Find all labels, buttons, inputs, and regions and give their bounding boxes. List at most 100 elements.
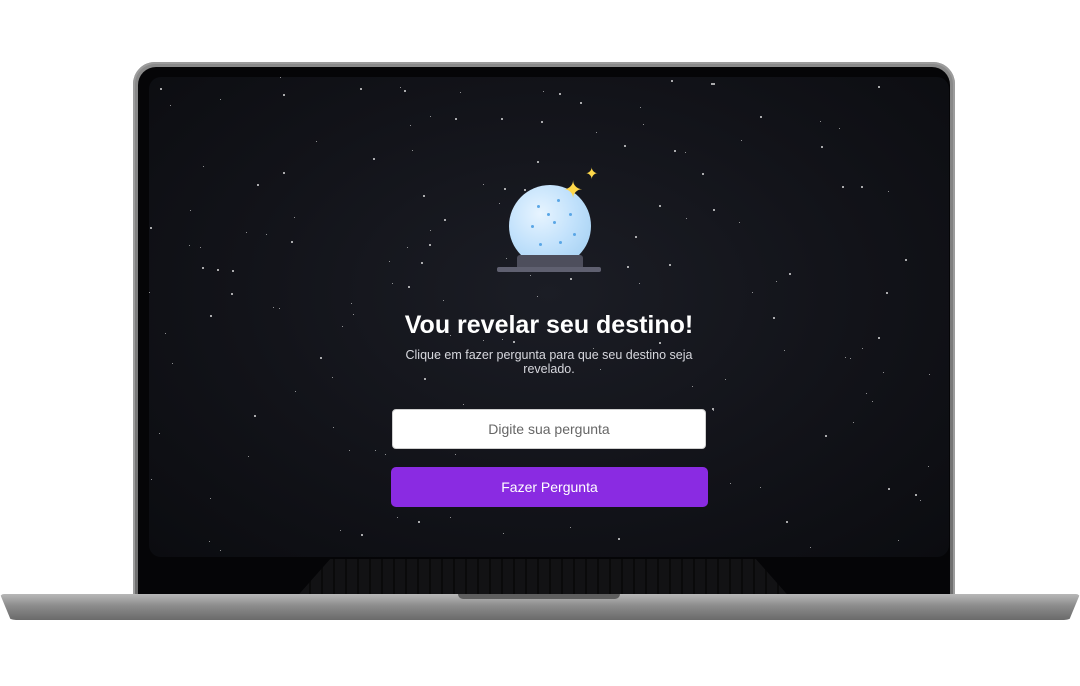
star (713, 83, 715, 85)
star (760, 487, 761, 488)
star (460, 92, 461, 93)
star (351, 303, 352, 304)
star (257, 184, 259, 186)
star (674, 150, 676, 152)
star (455, 118, 457, 120)
star (898, 540, 899, 541)
star (423, 195, 425, 197)
star (389, 261, 390, 262)
star (332, 377, 333, 378)
star (170, 105, 171, 106)
star (713, 410, 714, 411)
star (455, 454, 456, 455)
star (659, 342, 661, 344)
star (686, 218, 687, 219)
star (537, 296, 538, 297)
star (279, 308, 280, 309)
star (418, 521, 420, 523)
star (220, 99, 221, 100)
star (159, 433, 160, 434)
star (725, 379, 726, 380)
star (397, 517, 398, 518)
star (283, 172, 285, 174)
star (712, 408, 714, 410)
star (839, 128, 840, 129)
star (385, 454, 386, 455)
star (537, 161, 539, 163)
star (643, 124, 644, 125)
star (888, 191, 889, 192)
star (202, 267, 204, 269)
star (513, 341, 515, 343)
star (872, 401, 873, 402)
star (739, 222, 740, 223)
star (220, 550, 221, 551)
star (888, 488, 890, 490)
star (543, 91, 544, 92)
star (360, 88, 362, 90)
star (412, 150, 413, 151)
star (685, 152, 686, 153)
star (741, 140, 742, 141)
star (283, 94, 285, 96)
star (450, 517, 451, 518)
star (752, 292, 753, 293)
crystal-ball-stand (497, 267, 601, 272)
star (659, 205, 661, 207)
star (248, 456, 249, 457)
sparkle-icon: ✦ (563, 177, 584, 204)
star (789, 273, 791, 275)
star (570, 278, 572, 280)
star (920, 500, 921, 501)
star (217, 269, 219, 271)
ask-question-button[interactable]: Fazer Pergunta (391, 467, 708, 507)
star (254, 415, 256, 417)
star (570, 527, 571, 528)
star (404, 90, 406, 92)
star (559, 93, 561, 95)
star (862, 348, 863, 349)
star (825, 435, 827, 437)
star (618, 538, 620, 540)
star (160, 88, 162, 90)
star (210, 498, 211, 499)
question-input[interactable] (392, 409, 706, 449)
star (203, 166, 204, 167)
crystal-ball-icon: ✦ ✦ (497, 167, 607, 277)
star (421, 262, 423, 264)
app-screen: ✦ ✦ Vou revelar seu destino! Clique em f… (149, 77, 949, 557)
star (444, 219, 446, 221)
star (929, 374, 930, 375)
star (730, 483, 731, 484)
star (410, 125, 411, 126)
laptop-notch (458, 594, 620, 599)
star (340, 530, 341, 531)
star (408, 286, 410, 288)
star (501, 118, 503, 120)
star (375, 450, 376, 451)
star (333, 427, 334, 428)
star (200, 247, 201, 248)
star (692, 386, 693, 387)
page-subtitle: Clique em fazer pergunta para que seu de… (405, 348, 693, 376)
star (671, 80, 673, 82)
star (842, 186, 844, 188)
star (316, 141, 317, 142)
page-title: Vou revelar seu destino! (404, 311, 694, 339)
star (349, 450, 350, 451)
star (850, 358, 851, 359)
star (640, 107, 641, 108)
star (915, 494, 917, 496)
star (624, 145, 626, 147)
star (711, 83, 713, 85)
star (639, 283, 640, 284)
star (209, 541, 210, 542)
star (429, 244, 431, 246)
star (151, 479, 152, 480)
star (861, 186, 863, 188)
star (483, 184, 484, 185)
laptop-mockup: ✦ ✦ Vou revelar seu destino! Clique em f… (0, 0, 1080, 686)
star (273, 307, 274, 308)
star (400, 87, 401, 88)
star (407, 247, 408, 248)
